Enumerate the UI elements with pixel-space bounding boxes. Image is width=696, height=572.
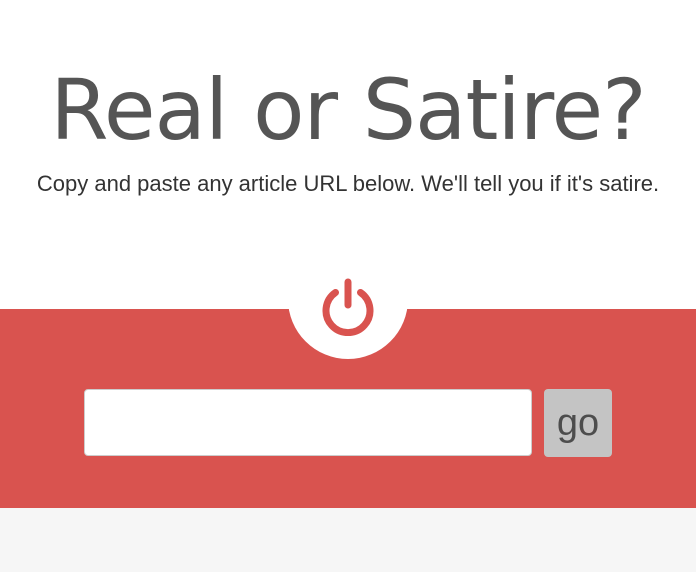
power-badge	[288, 239, 408, 359]
page-title: Real or Satire?	[50, 61, 646, 159]
article-url-input[interactable]	[84, 389, 532, 456]
power-icon	[322, 278, 374, 336]
footer-area	[0, 508, 696, 572]
page-subtitle: Copy and paste any article URL below. We…	[36, 171, 660, 196]
go-button[interactable]: go	[544, 389, 612, 457]
